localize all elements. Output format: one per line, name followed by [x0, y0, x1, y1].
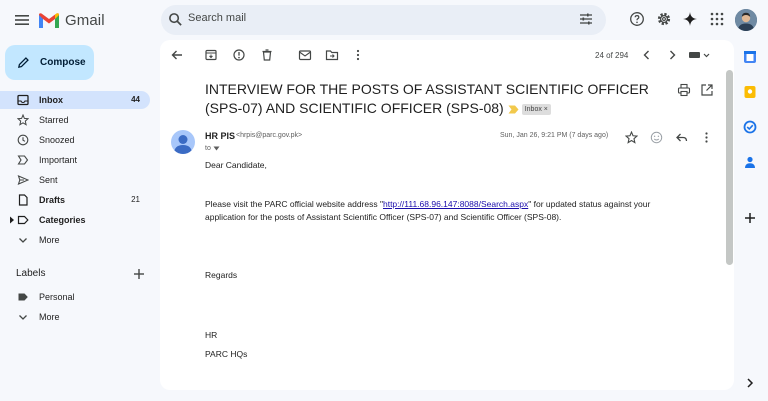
- settings-gear-icon[interactable]: [656, 11, 672, 27]
- sidebar-item-inbox[interactable]: Inbox 44: [0, 91, 150, 109]
- expand-arrow-icon[interactable]: [9, 216, 15, 224]
- sidebar-item-sent[interactable]: Sent: [0, 171, 150, 189]
- sidebar-label-personal[interactable]: Personal: [0, 288, 150, 306]
- caret-down-icon[interactable]: [213, 146, 220, 151]
- sidebar-item-important[interactable]: Important: [0, 151, 150, 169]
- email-signature-org: PARC HQs: [205, 349, 248, 359]
- sender-avatar[interactable]: [171, 130, 195, 154]
- label-outline-icon: [17, 215, 29, 225]
- message-more-icon[interactable]: [700, 131, 713, 144]
- inbox-icon: [17, 94, 29, 106]
- remove-label-icon[interactable]: ×: [544, 106, 548, 113]
- label-icon: [18, 293, 28, 301]
- recipient-details[interactable]: to: [205, 145, 220, 152]
- print-icon[interactable]: [677, 83, 691, 97]
- input-tools-keyboard-icon[interactable]: [688, 48, 712, 62]
- gmail-logo[interactable]: Gmail: [38, 9, 105, 31]
- contacts-icon[interactable]: [743, 155, 757, 169]
- search-input[interactable]: Search mail: [188, 12, 246, 24]
- email-body-line-2: application for the posts of Assistant S…: [205, 212, 562, 222]
- apps-grid-icon[interactable]: [709, 11, 725, 27]
- unread-count: 44: [131, 95, 140, 104]
- pencil-icon: [18, 57, 29, 68]
- important-icon: [17, 155, 29, 165]
- more-options-icon[interactable]: [351, 48, 365, 62]
- calendar-icon[interactable]: [743, 50, 757, 64]
- draft-icon: [18, 194, 28, 206]
- main-menu-icon[interactable]: [12, 10, 32, 30]
- inbox-label-chip[interactable]: Inbox ×: [521, 103, 551, 115]
- help-icon[interactable]: [629, 11, 645, 27]
- open-new-window-icon[interactable]: [700, 83, 714, 97]
- sidebar-item-drafts[interactable]: Drafts 21: [0, 191, 150, 209]
- email-greeting: Dear Candidate,: [205, 160, 267, 170]
- newer-chevron-left-icon[interactable]: [640, 48, 654, 62]
- website-link[interactable]: http://111.68.96.147:8088/Search.aspx: [383, 199, 528, 209]
- clock-icon: [17, 134, 29, 146]
- get-addons-icon[interactable]: [743, 211, 757, 225]
- app-name: Gmail: [65, 11, 105, 29]
- star-icon: [17, 114, 29, 126]
- star-icon[interactable]: [625, 131, 638, 144]
- email-subject: INTERVIEW FOR THE POSTS OF ASSISTANT SCI…: [205, 81, 649, 116]
- gmail-m-icon: [39, 12, 59, 28]
- search-icon[interactable]: [168, 12, 183, 27]
- add-label-icon[interactable]: [133, 268, 145, 280]
- delete-icon[interactable]: [260, 48, 274, 62]
- mark-unread-icon[interactable]: [298, 48, 312, 62]
- reply-icon[interactable]: [675, 131, 688, 144]
- sender-name[interactable]: HR PIS: [205, 131, 235, 141]
- tasks-icon[interactable]: [743, 120, 757, 134]
- older-chevron-right-icon[interactable]: [665, 48, 679, 62]
- move-to-icon[interactable]: [325, 48, 339, 62]
- emoji-reaction-icon[interactable]: [650, 131, 663, 144]
- compose-label: Compose: [40, 57, 86, 68]
- back-arrow-icon[interactable]: [170, 48, 184, 62]
- keep-notes-icon[interactable]: [743, 85, 757, 99]
- message-panel: 24 of 294 INTERVIEW FOR THE POSTS OF ASS…: [160, 40, 734, 390]
- sidebar-item-snoozed[interactable]: Snoozed: [0, 131, 150, 149]
- archive-icon[interactable]: [204, 48, 218, 62]
- email-body-line-1: Please visit the PARC official website a…: [205, 199, 651, 209]
- send-icon: [17, 175, 29, 185]
- email-signature-name: HR: [205, 330, 218, 340]
- sidebar-labels-more[interactable]: More: [0, 308, 150, 326]
- sidebar-item-categories[interactable]: Categories: [0, 211, 150, 229]
- sender-email: <hrpis@parc.gov.pk>: [236, 132, 303, 139]
- sidebar-item-more[interactable]: More: [0, 231, 150, 249]
- chevron-down-icon: [19, 238, 27, 243]
- report-spam-icon[interactable]: [232, 48, 246, 62]
- email-regards: Regards: [205, 270, 238, 280]
- pagination-count: 24 of 294: [595, 51, 629, 60]
- account-avatar[interactable]: [735, 9, 757, 31]
- sidebar-item-starred[interactable]: Starred: [0, 111, 150, 129]
- search-options-icon[interactable]: [578, 11, 594, 27]
- show-side-panel-icon[interactable]: [743, 376, 757, 390]
- top-bar: Gmail Search mail: [0, 0, 768, 40]
- important-marker-icon[interactable]: [508, 105, 519, 114]
- drafts-count: 21: [131, 195, 140, 204]
- message-scrollbar[interactable]: [726, 70, 733, 265]
- gemini-sparkle-icon[interactable]: [682, 11, 698, 27]
- labels-heading: Labels: [16, 268, 46, 279]
- email-timestamp: Sun, Jan 26, 9:21 PM (7 days ago): [500, 132, 609, 139]
- compose-button[interactable]: Compose: [5, 45, 94, 80]
- chevron-down-icon: [19, 315, 27, 320]
